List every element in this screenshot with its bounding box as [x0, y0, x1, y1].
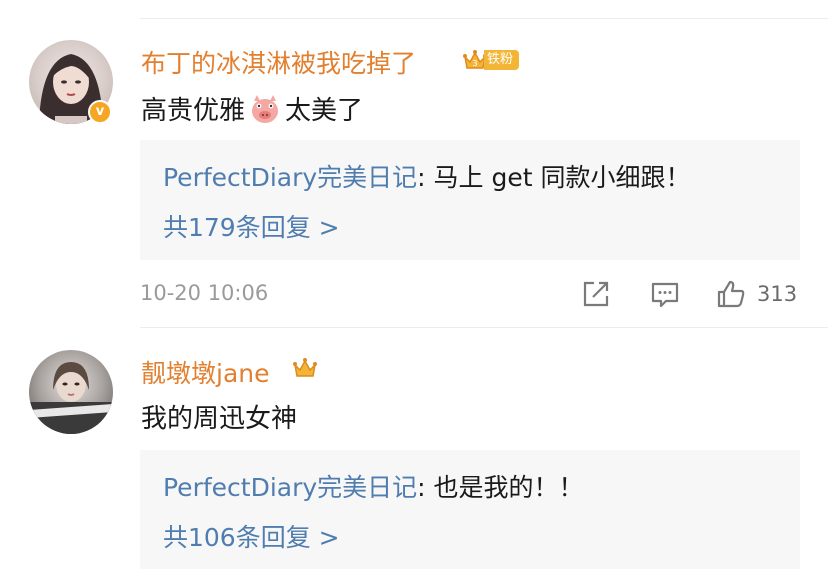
- comment-text: 高贵优雅 太美了: [141, 90, 363, 127]
- comment-text: 我的周迅女神: [141, 398, 297, 435]
- view-replies-link[interactable]: 共106条回复 >: [163, 518, 340, 554]
- view-replies-link[interactable]: 共179条回复 >: [163, 208, 340, 244]
- share-icon: [583, 281, 609, 307]
- reply-preview[interactable]: PerfectDiary完美日记: 也是我的！！ 共106条回复 >: [140, 450, 800, 569]
- reply-author[interactable]: PerfectDiary完美日记: [163, 163, 417, 192]
- reply-line: PerfectDiary完美日记: 也是我的！！: [163, 468, 584, 504]
- fan-badge: 3 铁粉: [462, 48, 520, 72]
- timestamp: 10-20 10:06: [140, 281, 269, 305]
- svg-text:3: 3: [472, 59, 477, 68]
- like-count: 313: [757, 282, 798, 306]
- top-divider: [140, 18, 828, 19]
- fan-badge-label: 铁粉: [484, 50, 520, 70]
- comment-text-part: 太美了: [285, 96, 364, 126]
- username[interactable]: 布丁的冰淇淋被我吃掉了: [141, 44, 416, 80]
- reply-text: : 也是我的！！: [417, 473, 584, 502]
- comment-divider: [140, 327, 828, 328]
- like-button[interactable]: 313: [715, 278, 797, 310]
- comment-icon: [651, 282, 679, 308]
- reply-line: PerfectDiary完美日记: 马上 get 同款小细跟！: [163, 158, 691, 194]
- fan-badge: [292, 356, 318, 380]
- comment-item: v 布丁的冰淇淋被我吃掉了 3 铁粉 高贵优雅 太美了 PerfectDiary…: [0, 30, 828, 320]
- reply-preview[interactable]: PerfectDiary完美日记: 马上 get 同款小细跟！ 共179条回复 …: [140, 140, 800, 260]
- crown-icon: [293, 358, 317, 377]
- thumbs-up-icon: [717, 280, 745, 308]
- reply-text: : 马上 get 同款小细跟！: [417, 163, 691, 192]
- comment-text-part: 我的周迅女神: [141, 404, 298, 434]
- comment-item: 靓墩墩jane 我的周迅女神 PerfectDiary完美日记: 也是我的！！ …: [0, 338, 828, 569]
- username[interactable]: 靓墩墩jane: [141, 354, 270, 390]
- avatar[interactable]: [29, 350, 113, 434]
- comment-meta: 10-20 10:06 313: [0, 274, 828, 314]
- share-button[interactable]: [580, 278, 612, 310]
- pig-emoji-icon: [247, 91, 283, 127]
- comment-button[interactable]: [649, 278, 681, 310]
- reply-author[interactable]: PerfectDiary完美日记: [163, 473, 417, 502]
- comment-text-part: 高贵优雅: [141, 96, 246, 126]
- verified-badge-icon: v: [88, 100, 112, 124]
